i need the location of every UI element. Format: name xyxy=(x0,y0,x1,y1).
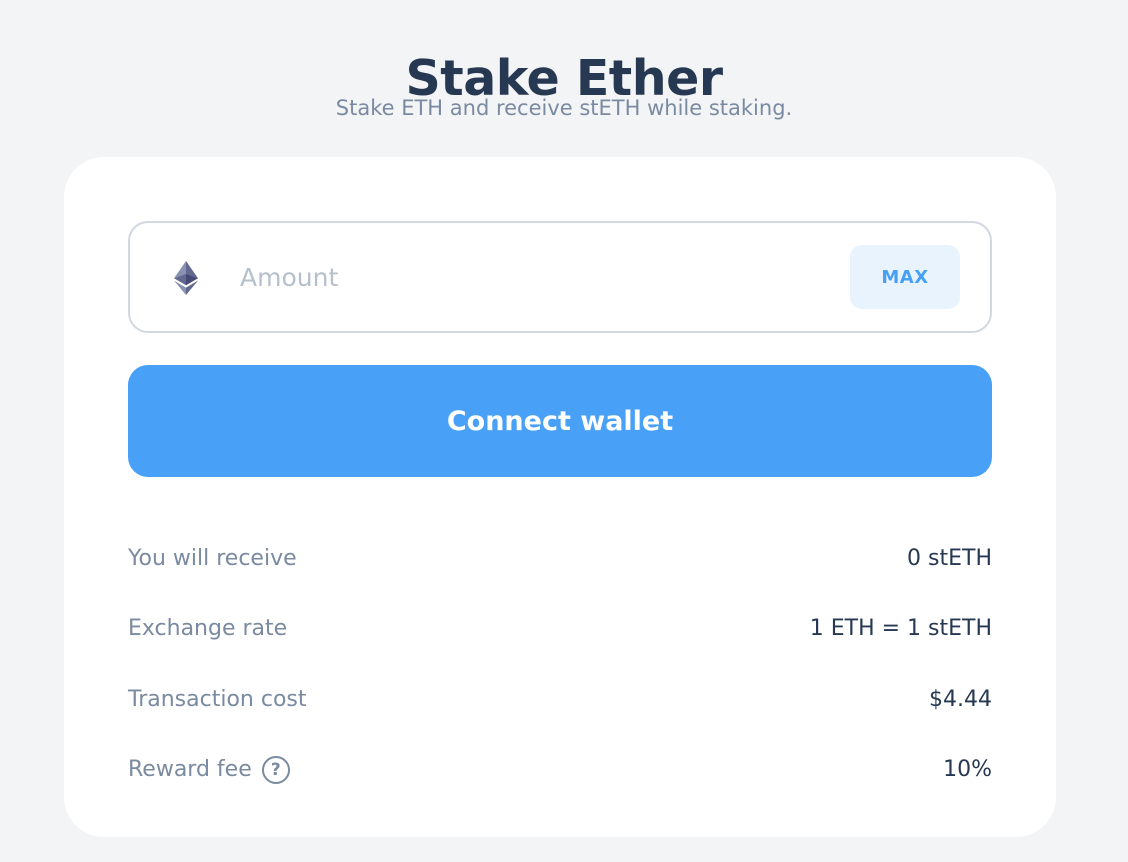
detail-label: Exchange rate xyxy=(128,616,288,642)
detail-row-you-will-receive: You will receive 0 stETH xyxy=(128,523,992,594)
ethereum-icon xyxy=(174,261,198,295)
detail-label: Transaction cost xyxy=(128,686,307,712)
page-subtitle: Stake ETH and receive stETH while stakin… xyxy=(335,96,793,120)
stake-card: MAX Connect wallet You will receive 0 st… xyxy=(64,157,1056,837)
detail-row-transaction-cost: Transaction cost $4.44 xyxy=(128,664,992,735)
detail-value: $4.44 xyxy=(929,686,992,712)
amount-input[interactable] xyxy=(240,251,820,303)
max-button[interactable]: MAX xyxy=(850,245,960,309)
detail-value: 0 stETH xyxy=(907,545,992,571)
detail-label-with-help: Reward fee ? xyxy=(128,755,290,784)
question-circle-icon[interactable]: ? xyxy=(261,755,290,784)
detail-row-exchange-rate: Exchange rate 1 ETH = 1 stETH xyxy=(128,594,992,665)
stake-details: You will receive 0 stETH Exchange rate 1… xyxy=(128,523,992,805)
amount-input-container[interactable]: MAX xyxy=(128,221,992,333)
detail-value: 10% xyxy=(943,757,992,783)
detail-label: You will receive xyxy=(128,545,297,571)
connect-wallet-button[interactable]: Connect wallet xyxy=(128,365,992,477)
detail-label: Reward fee xyxy=(128,757,252,783)
detail-row-reward-fee: Reward fee ? 10% xyxy=(128,735,992,806)
detail-value: 1 ETH = 1 stETH xyxy=(809,616,992,642)
